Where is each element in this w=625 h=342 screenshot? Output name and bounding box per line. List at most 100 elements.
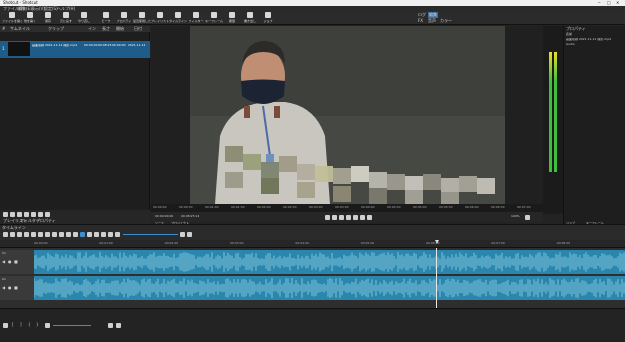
hide-icon[interactable]: ● xyxy=(8,286,12,290)
layout-logging[interactable]: ログ xyxy=(418,13,426,17)
video-preview[interactable] xyxy=(190,26,505,204)
play-icon[interactable] xyxy=(339,215,344,220)
col-duration[interactable]: 長さ xyxy=(102,27,110,31)
toolbar-redo-button[interactable]: やり直し xyxy=(76,12,92,24)
toolbar-timeline-button[interactable]: タイムライン xyxy=(169,12,187,24)
kf-zoom-slider[interactable] xyxy=(53,325,91,326)
properties-line-2: 画面収録 2021-11-11 撮影.mp4 xyxy=(566,38,612,41)
current-timecode[interactable]: 00:00:00:00 xyxy=(155,215,173,218)
layout-fx[interactable]: FX xyxy=(418,19,423,23)
maximize-icon[interactable]: □ xyxy=(607,1,611,5)
skip-previous-icon[interactable] xyxy=(325,215,330,220)
paste-icon[interactable] xyxy=(24,232,29,237)
toggle-zoom-icon[interactable] xyxy=(360,215,365,220)
hide-icon[interactable]: ● xyxy=(8,260,12,264)
skip-next-icon[interactable] xyxy=(353,215,358,220)
col-date[interactable]: 日付 xyxy=(134,27,142,31)
zoom-slider[interactable] xyxy=(123,234,178,235)
toolbar-history-button[interactable]: 履歴 xyxy=(224,12,240,24)
minimize-icon[interactable]: ─ xyxy=(598,1,600,5)
update-icon[interactable] xyxy=(24,212,29,217)
marker-icon[interactable] xyxy=(66,232,71,237)
toolbar-peak-button[interactable]: ピーク xyxy=(98,12,114,24)
layout-audio[interactable]: 音声 xyxy=(428,19,436,23)
set-in-icon[interactable]: [ xyxy=(12,323,14,327)
layout-color[interactable]: カラー xyxy=(440,19,452,23)
zoom-in-icon[interactable] xyxy=(180,232,185,237)
zoom-fit-icon[interactable] xyxy=(187,232,192,237)
scrub-tick-label: 00:06:00 xyxy=(465,205,479,209)
viewer-scrub-bar[interactable]: 00:00:00 00:00:30 00:01:00 00:01:30 00:02:00… xyxy=(151,204,543,212)
overwrite-icon[interactable] xyxy=(52,232,57,237)
playlist-row[interactable]: 1 画面収録 2021-11-11 撮影.mp4 00:00:00 00:08:… xyxy=(0,41,150,58)
track-header-v1[interactable]: V1 ◀ ● ■ xyxy=(0,250,34,274)
scrub-drag-icon[interactable] xyxy=(87,232,92,237)
clip-track-1[interactable] xyxy=(34,250,625,274)
tile-view-icon[interactable] xyxy=(38,212,43,217)
zoom-out-icon[interactable] xyxy=(115,232,120,237)
lift-icon[interactable] xyxy=(45,232,50,237)
ripple-delete-icon[interactable] xyxy=(38,232,43,237)
toolbar-export-button[interactable]: 書き出し xyxy=(242,12,258,24)
lock-icon[interactable]: ■ xyxy=(14,260,18,264)
toolbar-keyframe-button[interactable]: キーフレーム xyxy=(205,12,223,24)
set-out-icon[interactable]: ] xyxy=(20,323,22,327)
peak-meter-icon xyxy=(103,12,109,18)
col-clip[interactable]: クリップ xyxy=(48,27,64,31)
col-thumbnail[interactable]: サムネイル xyxy=(10,27,30,31)
kf-zoom-fit-icon[interactable] xyxy=(116,323,121,328)
kf-zoom-in-icon[interactable] xyxy=(108,323,113,328)
rewind-icon[interactable] xyxy=(332,215,337,220)
properties-line-3: Audio xyxy=(566,42,575,46)
ripple-markers-icon[interactable] xyxy=(108,232,113,237)
remove-icon[interactable] xyxy=(10,212,15,217)
icon-view-icon[interactable] xyxy=(45,212,50,217)
row-index: 1 xyxy=(2,46,5,51)
col-index[interactable]: # xyxy=(2,27,5,31)
toolbar-open-other-button[interactable]: 他を開く xyxy=(22,12,38,24)
timeline-menu-icon[interactable] xyxy=(3,232,8,237)
kf-zoom-out-icon[interactable] xyxy=(45,323,50,328)
toolbar-undo-button[interactable]: 元に戻す xyxy=(58,12,74,24)
timeline-tick-label: 00:05:00 xyxy=(360,241,375,245)
volume-icon[interactable] xyxy=(525,215,530,220)
toolbar-properties-button[interactable]: プロパティ xyxy=(116,12,132,24)
menu-icon[interactable] xyxy=(3,212,8,217)
toolbar-jobs-button[interactable]: ジョブ xyxy=(260,12,276,24)
next-keyframe-icon[interactable]: } xyxy=(36,323,39,327)
split-icon[interactable] xyxy=(59,232,64,237)
prev-marker-icon[interactable] xyxy=(73,232,78,237)
keyframe-menu-icon[interactable] xyxy=(3,323,8,328)
toolbar-playlist-button[interactable]: プレイリスト xyxy=(151,12,169,24)
mute-icon[interactable]: ◀ xyxy=(2,286,5,290)
export-icon xyxy=(247,12,253,18)
snap-icon[interactable] xyxy=(80,232,85,237)
close-icon[interactable]: ✕ xyxy=(616,1,619,5)
prev-keyframe-icon[interactable]: { xyxy=(28,323,31,327)
timeline-icon xyxy=(175,12,181,18)
volume-label[interactable]: 100% xyxy=(511,215,520,218)
col-start[interactable]: 開始 xyxy=(116,27,124,31)
detail-view-icon[interactable] xyxy=(31,212,36,217)
add-icon[interactable] xyxy=(17,212,22,217)
toolbar-save-button[interactable]: 保存 xyxy=(40,12,56,24)
toggle-grid-icon[interactable] xyxy=(367,215,372,220)
ripple-icon[interactable] xyxy=(94,232,99,237)
append-icon[interactable] xyxy=(31,232,36,237)
ripple-all-icon[interactable] xyxy=(101,232,106,237)
cut-icon[interactable] xyxy=(10,232,15,237)
col-in[interactable]: イン xyxy=(88,27,96,31)
toolbar-recent-button[interactable]: 最近使用した xyxy=(133,12,151,24)
lock-icon[interactable]: ■ xyxy=(14,286,18,290)
timeline-ruler[interactable]: 00:00:00 00:01:00 00:02:00 00:03:00 00:04:00… xyxy=(0,240,625,248)
timeline-tick-label: 00:00:00 xyxy=(34,241,48,245)
scrub-tick-label: 00:00:30 xyxy=(179,205,193,209)
clip-track-2[interactable] xyxy=(34,276,625,300)
mute-icon[interactable]: ◀ xyxy=(2,260,5,264)
tab-properties[interactable]: プロパティ xyxy=(36,219,56,223)
track-header-a1[interactable]: A1 ◀ ● ■ xyxy=(0,276,34,300)
toolbar-open-button[interactable]: ファイルを開く xyxy=(2,12,23,24)
fast-forward-icon[interactable] xyxy=(346,215,351,220)
copy-icon[interactable] xyxy=(17,232,22,237)
toolbar-filter-button[interactable]: フィルター xyxy=(188,12,204,24)
